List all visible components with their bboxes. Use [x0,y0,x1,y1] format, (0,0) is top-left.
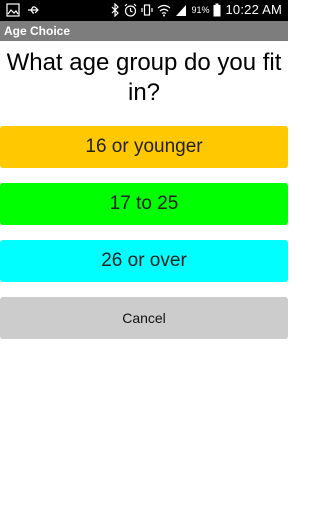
cancel-label: Cancel [122,310,166,326]
option-label: 26 or over [101,250,187,271]
status-right-icons: 91% 10:22 AM [110,2,282,17]
vibrate-icon [141,3,154,17]
battery-icon [213,3,221,17]
app-title-bar: Age Choice [0,21,288,41]
question-heading: What age group do you fit in? [6,49,282,106]
usb-icon [26,3,40,17]
picture-icon [6,3,20,17]
cancel-button[interactable]: Cancel [0,297,288,339]
status-left-icons [6,3,40,17]
battery-percent: 91% [191,4,210,15]
wifi-icon [157,3,171,17]
option-26-or-over-button[interactable]: 26 or over [0,240,288,282]
app-title: Age Choice [4,24,71,38]
status-clock: 10:22 AM [225,2,282,17]
alarm-icon [124,3,137,17]
option-label: 16 or younger [85,136,203,157]
status-bar: 91% 10:22 AM [0,0,288,21]
option-label: 17 to 25 [109,193,179,214]
option-17-to-25-button[interactable]: 17 to 25 [0,183,288,225]
option-16-or-younger-button[interactable]: 16 or younger [0,126,288,168]
signal-icon [175,3,187,17]
bluetooth-icon [110,2,120,17]
